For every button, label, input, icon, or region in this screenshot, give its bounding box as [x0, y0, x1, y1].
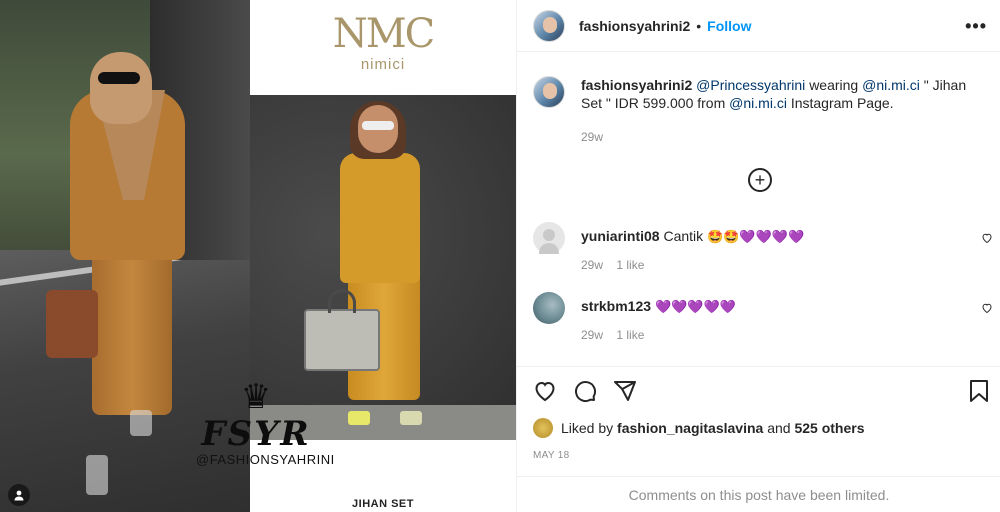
caption-text: fashionsyahrini2 @Princessyahrini wearin… [581, 76, 971, 112]
likes-others[interactable]: 525 others [794, 420, 864, 436]
follow-button[interactable]: Follow [707, 18, 751, 34]
more-horizontal-icon[interactable]: ••• [965, 16, 987, 37]
comment-likes[interactable]: 1 like [616, 258, 644, 272]
comment-avatar[interactable] [533, 222, 565, 254]
comment-username[interactable]: strkbm123 [581, 298, 651, 314]
comment-icon[interactable] [573, 379, 597, 408]
comment-body: Cantik [663, 228, 704, 244]
bookmark-icon[interactable] [969, 379, 989, 408]
caption-avatar[interactable] [533, 76, 565, 108]
comment-likes[interactable]: 1 like [616, 328, 644, 342]
likes-summary: Liked by fashion_nagitaslavina and 525 o… [533, 418, 865, 438]
post-image[interactable]: NMC nimici JIHAN SET ♛ FSYR @FASHIONSYAH… [0, 0, 516, 512]
right-product-photo: NMC nimici JIHAN SET [250, 0, 516, 512]
caption-fragment: wearing [809, 77, 859, 93]
avatar[interactable] [533, 9, 565, 42]
product-model-photo [250, 95, 516, 440]
comment-meta: 29w 1 like [581, 258, 644, 272]
plus-circle-icon[interactable]: + [748, 168, 772, 192]
send-icon[interactable] [613, 379, 637, 408]
left-outfit-photo [0, 0, 250, 512]
brand-logo: NMC nimici [250, 10, 516, 73]
mention-link[interactable]: @ni.mi.ci [862, 77, 920, 93]
heart-icon[interactable] [981, 232, 993, 247]
comment-time[interactable]: 29w [581, 328, 603, 342]
mention-link[interactable]: @ni.mi.ci [729, 95, 787, 111]
caption-username[interactable]: fashionsyahrini2 [581, 77, 692, 93]
heart-icon[interactable] [981, 302, 993, 317]
likes-connector: and [767, 420, 791, 436]
comment-emojis: 💜💜💜💜💜 [654, 300, 736, 315]
comments-limited-notice: Comments on this post have been limited. [517, 476, 1000, 512]
post-side-panel: fashionsyahrini2 • Follow ••• fashionsya… [516, 0, 1000, 512]
header-separator: • [696, 17, 702, 34]
avatar[interactable] [533, 418, 553, 438]
product-label: JIHAN SET [352, 498, 414, 510]
comment-text: strkbm123 💜💜💜💜💜 [581, 298, 736, 315]
tagged-user-icon[interactable] [8, 484, 30, 506]
post-actions [517, 366, 1000, 414]
comment-username[interactable]: yuniarinti08 [581, 228, 660, 244]
comment-emojis: 🤩🤩💜💜💜💜 [707, 230, 805, 245]
mention-link[interactable]: @Princessyahrini [696, 77, 805, 93]
post-caption: fashionsyahrini2 @Princessyahrini wearin… [533, 76, 983, 112]
caption-fragment: Instagram Page. [790, 95, 894, 111]
header-username[interactable]: fashionsyahrini2 [579, 18, 690, 34]
comment-meta: 29w 1 like [581, 328, 644, 342]
comment-avatar[interactable] [533, 292, 565, 324]
comment-time[interactable]: 29w [581, 258, 603, 272]
post-header: fashionsyahrini2 • Follow ••• [517, 0, 1000, 52]
likes-user[interactable]: fashion_nagitaslavina [617, 420, 763, 436]
comment-text: yuniarinti08 Cantik 🤩🤩💜💜💜💜 [581, 228, 804, 245]
likes-prefix: Liked by [561, 420, 614, 436]
brand-name: nimici [360, 56, 406, 73]
post-date[interactable]: MAY 18 [533, 450, 569, 461]
caption-timestamp[interactable]: 29w [581, 130, 603, 144]
heart-icon[interactable] [533, 379, 557, 408]
brand-logo-mark: NMC [332, 11, 436, 57]
